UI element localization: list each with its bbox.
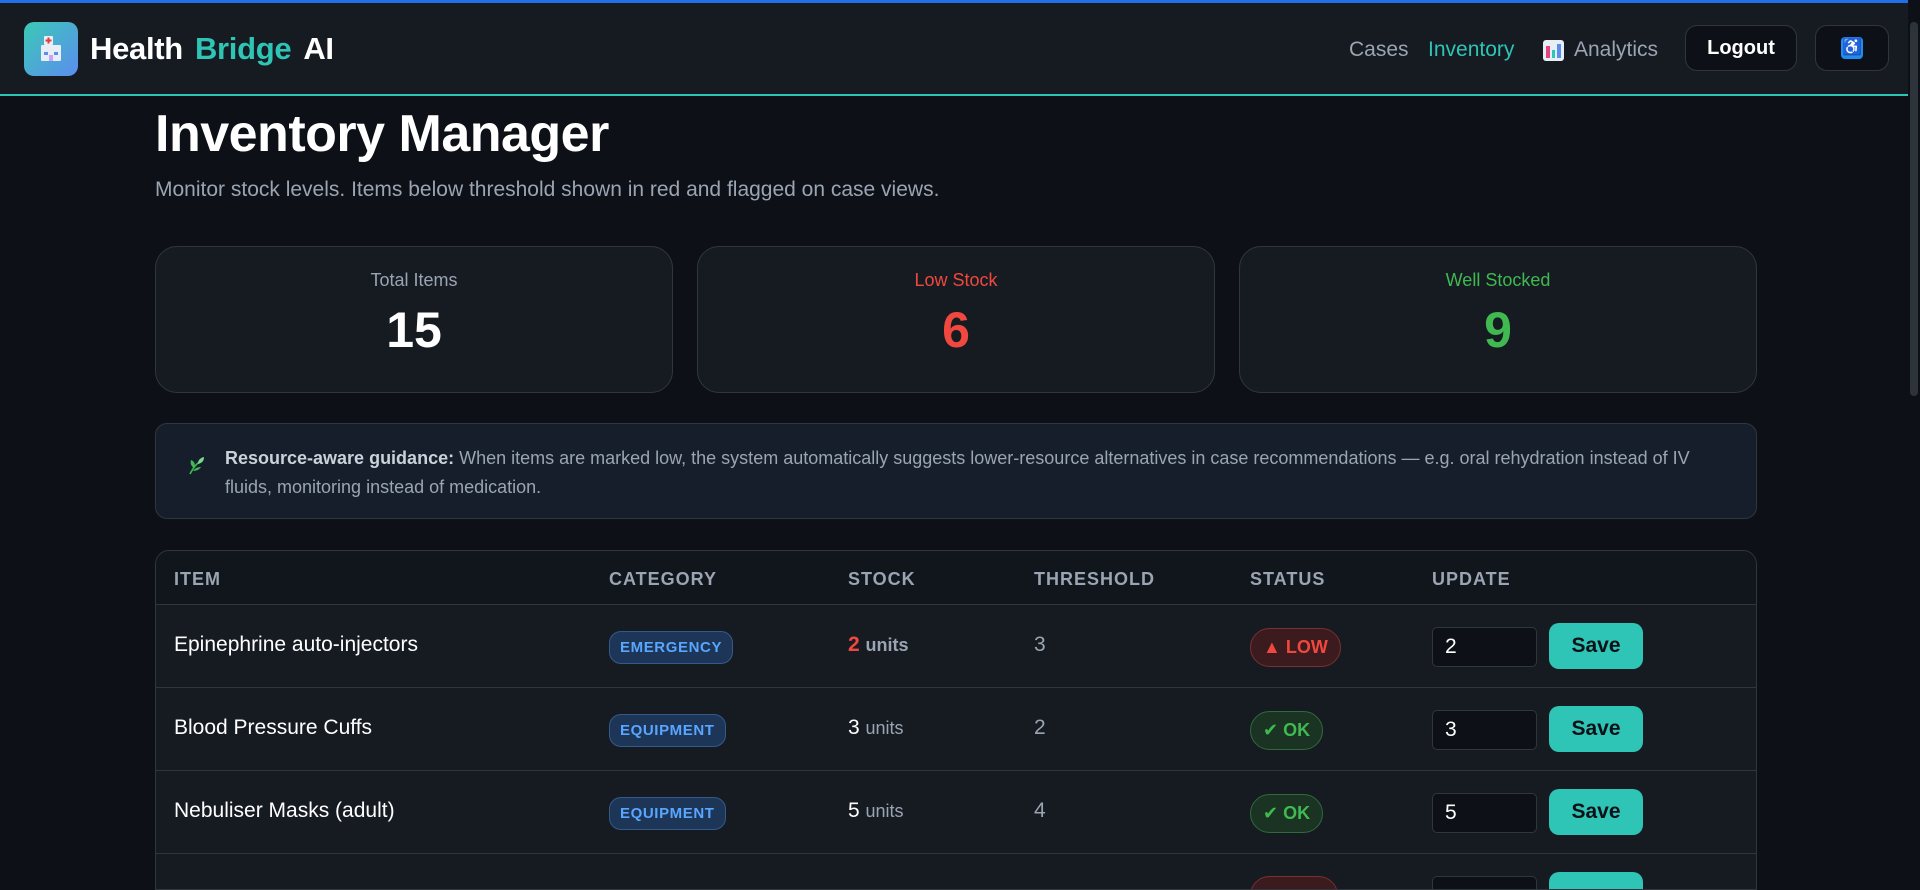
stock-number: 2 [848,633,860,656]
save-button[interactable] [1549,872,1643,889]
stock-value: 3 units [848,716,904,740]
status-text: OK [1283,720,1311,740]
th-threshold[interactable]: THRESHOLD [1034,569,1155,590]
stock-number: 3 [848,716,860,739]
page-title: Inventory Manager [155,105,609,163]
th-item[interactable]: ITEM [174,569,221,590]
page-scrollbar[interactable] [1908,0,1920,882]
th-status[interactable]: STATUS [1250,569,1325,590]
item-name: Nebuliser Masks (adult) [174,799,395,822]
page-subtitle: Monitor stock levels. Items below thresh… [155,178,940,201]
save-button[interactable]: Save [1549,623,1643,669]
brand-word-ai: AI [303,31,334,66]
stat-well-label: Well Stocked [1445,270,1551,290]
leaf-icon [189,457,204,475]
warning-icon: ▲ [1263,637,1281,657]
status-badge [1250,876,1338,889]
table-header: ITEM CATEGORY STOCK THRESHOLD STATUS UPD… [156,551,1756,605]
th-category[interactable]: CATEGORY [609,569,717,590]
status-badge: ✔ OK [1250,711,1324,750]
stock-input[interactable] [1432,710,1537,750]
logout-button[interactable]: Logout [1685,25,1797,71]
category-badge: EQUIPMENT [609,714,726,747]
th-update[interactable]: UPDATE [1432,569,1511,590]
nav-cases[interactable]: Cases [1349,38,1409,62]
brand-word-bridge: Bridge [194,31,292,66]
category-badge: EQUIPMENT [609,797,726,830]
status-badge: ✔ OK [1250,794,1324,833]
save-button[interactable]: Save [1549,706,1643,752]
brand-word-health: Health [90,31,183,66]
guidance-banner: Resource-aware guidance: When items are … [155,423,1757,519]
stat-low-value: 6 [942,302,970,358]
nav-analytics-label: Analytics [1574,38,1659,61]
stock-number: 5 [848,799,860,822]
guidance-heading: Resource-aware guidance: [225,448,455,468]
table-row: Nebuliser Masks (adult) EQUIPMENT 5 unit… [156,771,1756,854]
brand-title: Health Bridge AI [90,31,334,67]
status-badge: ▲ LOW [1250,628,1341,667]
accessibility-icon: ♿ [1841,37,1863,59]
stock-value: 5 units [848,799,904,823]
table-row: Blood Pressure Cuffs EQUIPMENT 3 units 2… [156,688,1756,771]
stat-total-value: 15 [386,302,442,358]
stock-unit: units [865,801,904,821]
hospital-icon [41,36,61,61]
category-badge: EMERGENCY [609,631,734,664]
save-button[interactable]: Save [1549,789,1643,835]
status-text: LOW [1285,637,1328,657]
nav-inventory[interactable]: Inventory [1428,38,1514,62]
th-stock[interactable]: STOCK [848,569,916,590]
accessibility-button[interactable]: ♿ [1815,25,1889,71]
nav-analytics[interactable]: Analytics [1543,38,1658,62]
stat-well-value: 9 [1484,302,1512,358]
stat-card-total: Total Items 15 [155,246,673,393]
app-logo[interactable] [24,22,78,76]
table-row-partial [156,854,1756,889]
check-icon: ✔ [1263,803,1279,823]
table-row: Epinephrine auto-injectors EMERGENCY 2 u… [156,605,1756,688]
stat-card-low: Low Stock 6 [697,246,1215,393]
stock-unit: units [865,718,904,738]
item-name: Epinephrine auto-injectors [174,633,418,656]
stock-input[interactable] [1432,876,1537,889]
status-text: OK [1283,803,1311,823]
check-icon: ✔ [1263,720,1279,740]
bar-chart-icon [1543,39,1564,61]
stock-value: 2 units [848,633,909,657]
app-header: Health Bridge AI Cases Inventory Analyti… [0,3,1908,96]
stat-total-label: Total Items [370,270,458,290]
stock-unit: units [865,635,909,655]
item-name: Blood Pressure Cuffs [174,716,373,739]
scroll-thumb[interactable] [1910,22,1918,396]
threshold-value: 3 [1034,633,1046,656]
guidance-text: Resource-aware guidance: When items are … [225,444,1725,502]
stat-card-well: Well Stocked 9 [1239,246,1757,393]
threshold-value: 4 [1034,799,1046,822]
inventory-table: ITEM CATEGORY STOCK THRESHOLD STATUS UPD… [155,550,1757,890]
stat-low-label: Low Stock [914,270,998,290]
stock-input[interactable] [1432,793,1537,833]
threshold-value: 2 [1034,716,1046,739]
stock-input[interactable] [1432,627,1537,667]
